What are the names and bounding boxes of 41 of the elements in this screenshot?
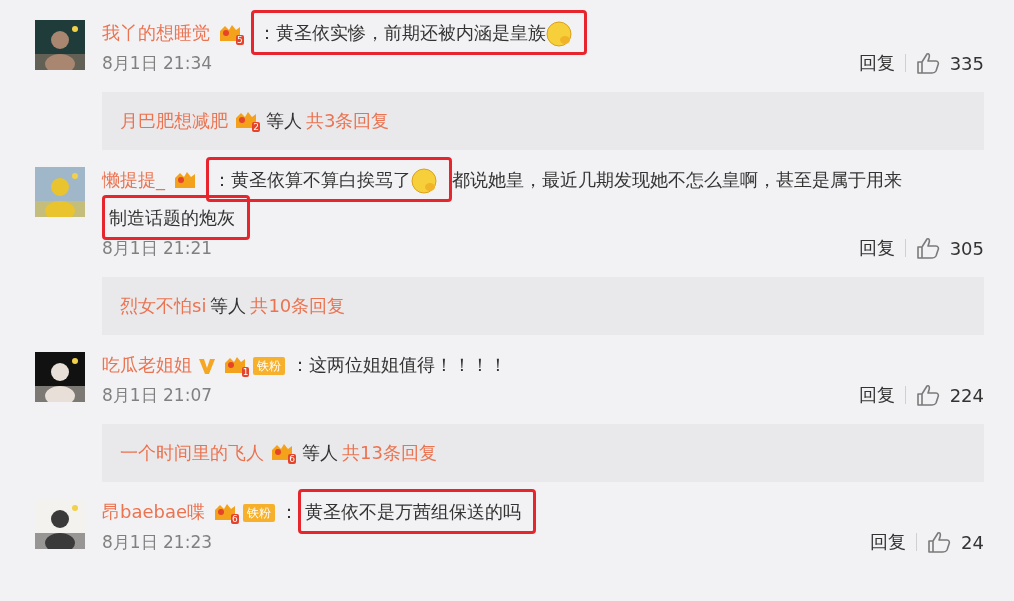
username-link[interactable]: 烈女不怕si xyxy=(120,294,207,318)
comment-time: 8月1日 21:23 xyxy=(102,530,213,554)
thumbs-up-icon[interactable] xyxy=(927,531,952,553)
thumbs-up-icon[interactable] xyxy=(915,52,940,74)
reply-count-link[interactable]: 共10条回复 xyxy=(250,294,346,318)
comment-text: 制造话题的炮灰 xyxy=(109,207,235,228)
like-count: 335 xyxy=(949,52,984,74)
username-link[interactable]: 懒提提_ xyxy=(102,169,165,190)
reply-link[interactable]: 回复 xyxy=(870,530,907,554)
comment-time: 8月1日 21:07 xyxy=(102,383,213,407)
comment-text: ：黄圣依实惨，前期还被内涵是皇族 xyxy=(258,22,547,43)
comment-text: 都说她皇，最近几期发现她不怎么皇啊，甚至是属于用来 xyxy=(452,169,903,190)
fan-badge: 铁粉 xyxy=(242,504,275,522)
reply-link[interactable]: 回复 xyxy=(858,51,895,75)
username-link[interactable]: 一个时间里的飞人 xyxy=(120,441,264,465)
reply-link[interactable]: 回复 xyxy=(858,236,895,260)
comment-time: 8月1日 21:34 xyxy=(102,51,213,75)
username-link[interactable]: 吃瓜老姐姐 xyxy=(102,354,192,375)
others-label: 等人 xyxy=(210,294,247,318)
thumbs-up-icon[interactable] xyxy=(915,384,940,406)
replies-summary-bar[interactable]: 烈女不怕si 等人 共10条回复 xyxy=(102,277,984,335)
comment-text: ： xyxy=(280,501,299,522)
thumbs-up-icon[interactable] xyxy=(915,237,940,259)
username-link[interactable]: 昂baebae喋 xyxy=(102,501,206,522)
comment-text: ：这两位姐姐值得！！！！ xyxy=(290,354,507,375)
like-count: 24 xyxy=(961,531,984,553)
others-label: 等人 xyxy=(266,109,302,133)
others-label: 等人 xyxy=(302,441,338,465)
comment-time: 8月1日 21:21 xyxy=(102,236,213,260)
replies-summary-bar[interactable]: 一个时间里的飞人 6 等人 共13条回复 xyxy=(102,424,984,482)
username-link[interactable]: 月巴肥想减肥 xyxy=(120,109,228,133)
fan-badge: 铁粉 xyxy=(253,357,286,375)
username-link[interactable]: 我丫的想睡觉 xyxy=(102,22,210,43)
like-count: 224 xyxy=(949,384,984,406)
reply-count-link[interactable]: 共3条回复 xyxy=(306,109,390,133)
like-count: 305 xyxy=(949,237,984,259)
comment-text: ：黄圣依算不算白挨骂了 xyxy=(213,169,412,190)
reply-link[interactable]: 回复 xyxy=(858,383,895,407)
comment-text: 黄圣依不是万茜组保送的吗 xyxy=(305,501,522,522)
reply-count-link[interactable]: 共13条回复 xyxy=(342,441,437,465)
replies-summary-bar[interactable]: 月巴肥想减肥 2 等人 共3条回复 xyxy=(102,92,984,150)
